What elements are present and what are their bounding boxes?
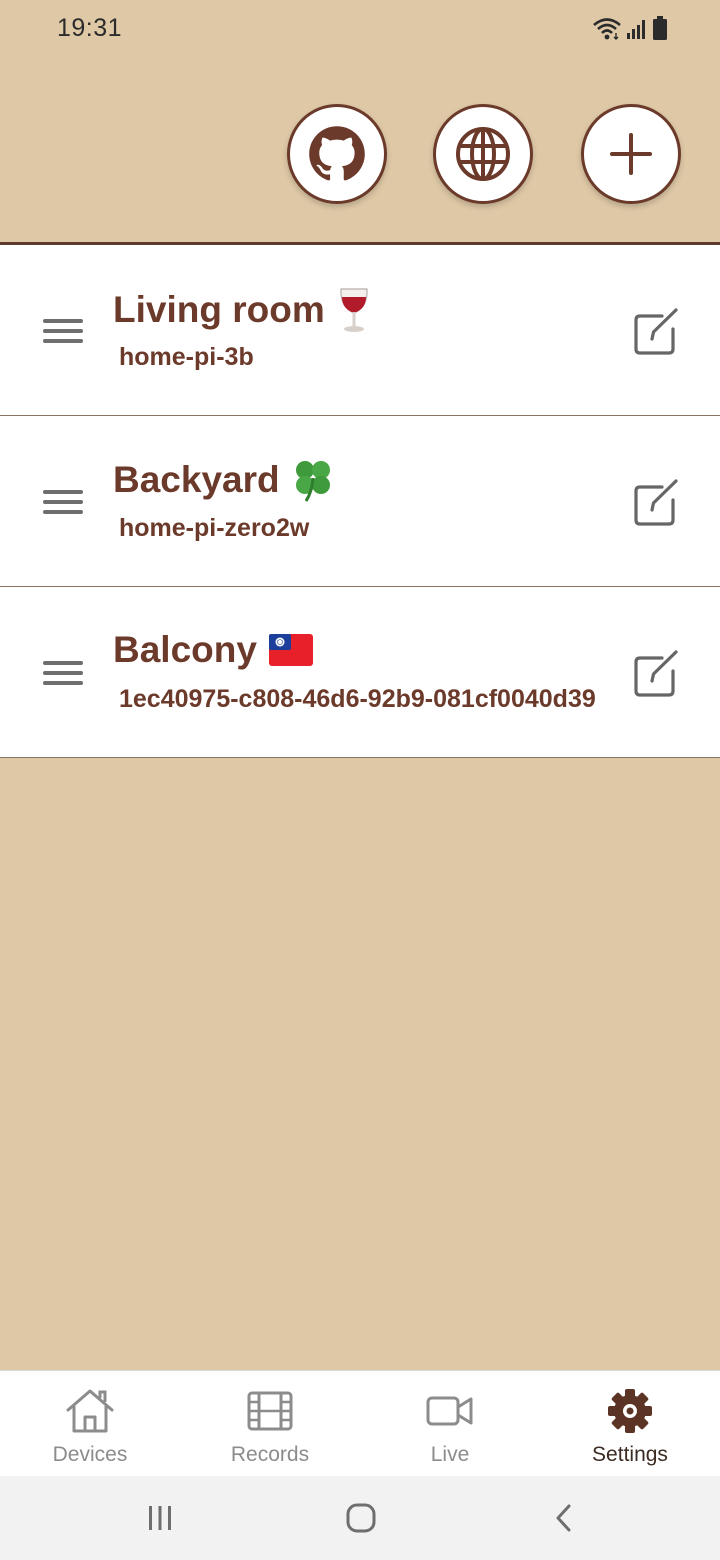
bottom-nav: Devices Records Live Settings [0, 1370, 720, 1476]
status-bar: 19:31 [0, 0, 720, 56]
drag-handle-icon[interactable] [43, 319, 83, 343]
device-name-label: Living room [113, 289, 325, 330]
home-button[interactable] [341, 1498, 381, 1538]
device-id: home-pi-zero2w [119, 514, 310, 542]
four-leaf-clover-icon [292, 458, 334, 502]
nav-label: Records [230, 1443, 310, 1466]
edit-icon[interactable] [632, 307, 682, 357]
nav-devices[interactable]: Devices [0, 1371, 180, 1477]
wine-glass-icon [337, 287, 371, 333]
home-circle-icon [346, 1503, 376, 1533]
gear-icon [604, 1387, 656, 1435]
nav-label: Devices [52, 1443, 128, 1466]
github-icon [309, 126, 365, 181]
device-id: 1ec40975-c808-46d6-92b9-081cf0040d39 [119, 685, 596, 713]
nav-records[interactable]: Records [180, 1371, 360, 1477]
nav-live[interactable]: Live [360, 1371, 540, 1477]
device-row-backyard[interactable]: Backyard home-pi-zero2w [0, 416, 720, 587]
device-id: home-pi-3b [119, 343, 254, 371]
device-name-label: Balcony [113, 629, 257, 670]
globe-icon [456, 127, 510, 181]
video-camera-icon [424, 1387, 476, 1435]
drag-handle-icon[interactable] [43, 661, 83, 685]
device-row-balcony[interactable]: Balcony 1ec40975-c808-46d6-92b9-081cf004… [0, 587, 720, 758]
taiwan-flag-icon [268, 634, 313, 666]
device-row-living-room[interactable]: Living room home-pi-3b [0, 245, 720, 416]
recent-apps-icon [149, 1506, 171, 1530]
nav-label: Settings [592, 1443, 668, 1466]
drag-handle-icon[interactable] [43, 490, 83, 514]
device-name: Backyard [113, 458, 334, 502]
home-icon [64, 1387, 116, 1435]
edit-icon[interactable] [632, 478, 682, 528]
github-button[interactable] [287, 104, 387, 204]
edit-icon[interactable] [632, 649, 682, 699]
nav-settings[interactable]: Settings [540, 1371, 720, 1477]
recent-apps-button[interactable] [140, 1498, 180, 1538]
website-button[interactable] [433, 104, 533, 204]
add-device-button[interactable] [581, 104, 681, 204]
status-icons [592, 14, 668, 42]
film-icon [244, 1387, 296, 1435]
status-time: 19:31 [57, 14, 123, 42]
device-name: Balcony [113, 629, 313, 671]
device-name: Living room [113, 287, 371, 333]
header-actions [0, 100, 720, 214]
device-name-label: Backyard [113, 459, 280, 500]
device-list: Living room home-pi-3b Backyard home-pi-… [0, 245, 720, 758]
plus-icon [610, 133, 652, 175]
system-nav-bar [0, 1476, 720, 1560]
back-icon [556, 1504, 571, 1532]
signal-icon [627, 20, 645, 39]
battery-icon [653, 16, 667, 40]
wifi-icon [593, 18, 621, 40]
nav-label: Live [430, 1443, 470, 1466]
back-button[interactable] [544, 1498, 584, 1538]
